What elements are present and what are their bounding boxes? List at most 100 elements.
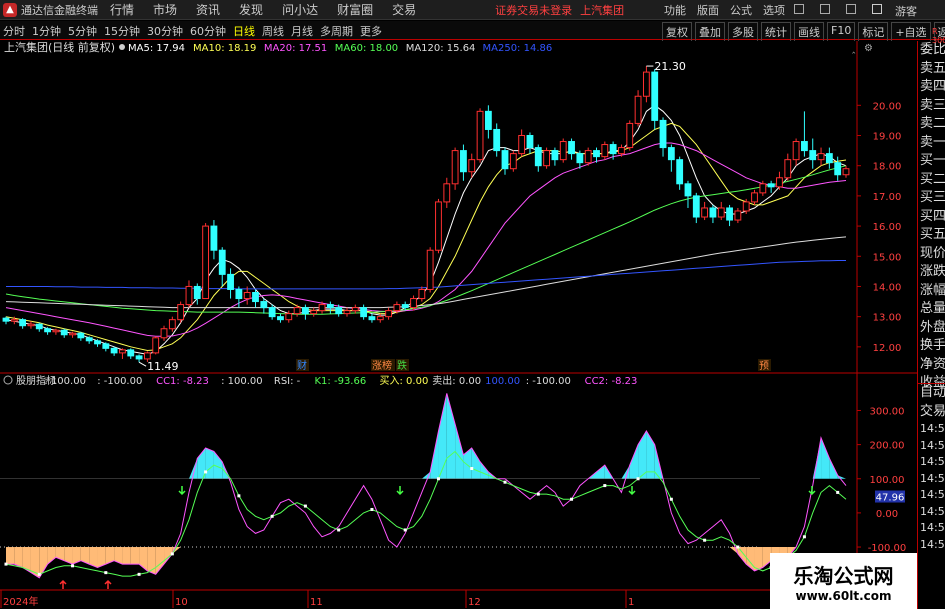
candle-body[interactable] (825, 153, 833, 164)
menu-item-news[interactable]: 资讯 (196, 1, 220, 18)
candle-body[interactable] (177, 304, 185, 321)
menu-item-market[interactable]: 行情 (110, 1, 134, 18)
period-tab-4[interactable]: 30分钟 (147, 23, 183, 39)
candle-body[interactable] (584, 150, 592, 164)
candle-body[interactable] (260, 301, 268, 309)
candle-body[interactable] (35, 323, 43, 330)
candle-body[interactable] (310, 310, 318, 315)
menu-item-ask[interactable]: 问小达 (282, 1, 318, 18)
candle-body[interactable] (326, 304, 334, 309)
tool-button-6[interactable]: 标记 (858, 22, 889, 42)
candle-body[interactable] (168, 319, 176, 330)
candle-body[interactable] (202, 225, 210, 300)
candle-body[interactable] (701, 207, 709, 218)
candle-body[interactable] (52, 329, 60, 333)
period-tab-8[interactable]: 月线 (291, 23, 313, 39)
candle-body[interactable] (451, 150, 459, 185)
candle-body[interactable] (69, 332, 76, 336)
candle-body[interactable] (426, 249, 434, 290)
candle-body[interactable] (218, 249, 226, 275)
header-dot-icon[interactable] (119, 44, 125, 50)
candle-body[interactable] (343, 310, 351, 315)
period-tab-1[interactable]: 1分钟 (32, 23, 61, 39)
candle-body[interactable] (102, 343, 110, 349)
candle-body[interactable] (127, 349, 135, 357)
candle-body[interactable] (809, 150, 817, 161)
candle-body[interactable] (143, 352, 151, 360)
maximize-icon[interactable] (846, 4, 856, 14)
candle-body[interactable] (609, 144, 617, 155)
period-tab-0[interactable]: 分时 (3, 23, 25, 39)
tool-button-4[interactable]: 画线 (794, 22, 824, 42)
candle-body[interactable] (119, 349, 126, 354)
candle-body[interactable] (776, 177, 783, 188)
candle-body[interactable] (360, 307, 368, 318)
tool-button-1[interactable]: 叠加 (695, 22, 725, 42)
candle-body[interactable] (19, 319, 27, 327)
period-tab-2[interactable]: 5分钟 (68, 23, 97, 39)
period-tab-9[interactable]: 多周期 (320, 23, 353, 39)
period-tab-10[interactable]: 更多 (360, 23, 382, 39)
candle-body[interactable] (2, 317, 10, 322)
candle-body[interactable] (443, 183, 451, 203)
candle-body[interactable] (534, 147, 542, 167)
candle-body[interactable] (634, 95, 642, 124)
candle-body[interactable] (393, 304, 401, 312)
menu-item-exchange[interactable]: 市场 (153, 1, 177, 18)
candle-body[interactable] (160, 328, 168, 339)
tool-button-5[interactable]: F10 (827, 22, 856, 42)
candle-body[interactable] (642, 71, 650, 97)
candle-body[interactable] (376, 316, 384, 321)
menu-item-trade[interactable]: 交易 (392, 1, 416, 18)
candle-body[interactable] (692, 195, 700, 218)
candle-body[interactable] (601, 144, 609, 158)
candle-body[interactable] (667, 147, 675, 161)
candle-body[interactable] (618, 147, 625, 155)
period-tab-6[interactable]: 日线 (233, 23, 255, 39)
chart-area[interactable]: 20.00 19.00 18.00 17.00 16.00 15.00 14.00 13.00… (0, 41, 917, 609)
candle-body[interactable] (717, 207, 725, 218)
candle-body[interactable] (227, 273, 234, 290)
candle-body[interactable] (435, 201, 442, 251)
candle-body[interactable] (152, 337, 160, 354)
candle-body[interactable] (742, 201, 750, 212)
candle-body[interactable] (235, 288, 243, 300)
candle-body[interactable] (509, 153, 517, 170)
menu-item-function[interactable]: 功能 (664, 2, 686, 18)
candle-body[interactable] (767, 183, 775, 188)
restore-icon[interactable] (820, 4, 830, 14)
candle-body[interactable] (85, 337, 93, 342)
candle-body[interactable] (543, 150, 551, 167)
tool-button-3[interactable]: 统计 (761, 22, 791, 42)
candle-body[interactable] (301, 307, 309, 315)
candle-body[interactable] (551, 150, 559, 161)
candle-body[interactable] (410, 298, 417, 309)
candle-body[interactable] (493, 128, 501, 152)
candle-body[interactable] (801, 141, 808, 152)
candle-body[interactable] (60, 329, 68, 336)
candle-body[interactable] (726, 207, 733, 221)
candle-body[interactable] (626, 122, 634, 149)
period-tab-5[interactable]: 60分钟 (190, 23, 226, 39)
candle-body[interactable] (676, 159, 684, 185)
candle-body[interactable] (293, 307, 301, 315)
candle-body[interactable] (185, 285, 193, 306)
minimize-icon[interactable] (794, 4, 804, 14)
guest-label[interactable]: 游客 (895, 3, 917, 19)
candle-body[interactable] (568, 141, 575, 155)
close-icon[interactable] (872, 4, 882, 14)
candle-body[interactable] (335, 307, 343, 315)
candle-body[interactable] (193, 285, 201, 300)
candle-body[interactable] (484, 110, 492, 130)
candle-body[interactable] (252, 292, 259, 303)
trade-field-0[interactable]: 自动 (918, 384, 945, 403)
menu-item-wealth[interactable]: 财富圈 (337, 1, 373, 18)
login-status[interactable]: 证券交易未登录 (495, 2, 572, 18)
candle-body[interactable] (734, 210, 742, 221)
candle-body[interactable] (709, 207, 717, 218)
candle-body[interactable] (285, 313, 293, 321)
candle-body[interactable] (784, 159, 792, 179)
candle-body[interactable] (243, 292, 251, 300)
candle-body[interactable] (351, 307, 359, 312)
candle-body[interactable] (834, 162, 842, 176)
